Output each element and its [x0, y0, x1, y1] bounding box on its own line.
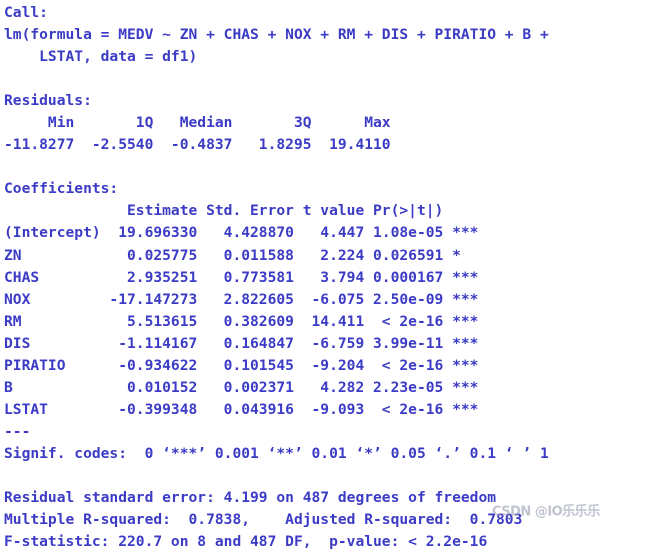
r-console-output-pane: Call: lm(formula = MEDV ~ ZN + CHAS + NOX… — [0, 0, 657, 550]
coefficient-row-zn: ZN 0.025775 0.011588 2.224 0.026591 * — [4, 246, 461, 264]
line-call-formula-2: LSTAT, data = df1) — [4, 48, 198, 66]
line-blank-3 — [4, 465, 657, 487]
coefficient-row-piratio: PIRATIO -0.934622 0.101545 -9.204 < 2e-1… — [4, 356, 479, 374]
line-separator: --- — [4, 422, 31, 440]
line-signif-codes: Signif. codes: 0 ‘***’ 0.001 ‘**’ 0.01 ‘… — [4, 444, 549, 462]
line-blank-2 — [4, 156, 657, 178]
coefficient-row-lstat: LSTAT -0.399348 0.043916 -9.093 < 2e-16 … — [4, 400, 479, 418]
line-residuals-values: -11.8277 -2.5540 -0.4837 1.8295 19.4110 — [4, 136, 391, 154]
line-r-squared: Multiple R-squared: 0.7838, Adjusted R-s… — [4, 511, 523, 529]
summary-text-block: Call: lm(formula = MEDV ~ ZN + CHAS + NOX… — [4, 2, 657, 553]
coefficient-row-intercept: (Intercept) 19.696330 4.428870 4.447 1.0… — [4, 224, 479, 242]
line-residuals-header: Min 1Q Median 3Q Max — [4, 114, 391, 132]
coefficient-row-nox: NOX -17.147273 2.822605 -6.075 2.50e-09 … — [4, 290, 479, 308]
line-call-formula-1: lm(formula = MEDV ~ ZN + CHAS + NOX + RM… — [4, 26, 549, 44]
line-residual-standard-error: Residual standard error: 4.199 on 487 de… — [4, 489, 497, 507]
line-blank-1 — [4, 68, 657, 90]
coefficient-row-rm: RM 5.513615 0.382609 14.411 < 2e-16 *** — [4, 312, 479, 330]
coefficient-row-dis: DIS -1.114167 0.164847 -6.759 3.99e-11 *… — [4, 334, 479, 352]
coefficient-row-b: B 0.010152 0.002371 4.282 2.23e-05 *** — [4, 378, 479, 396]
line-coefficients-header: Estimate Std. Error t value Pr(>|t|) — [4, 202, 444, 220]
line-residuals-label: Residuals: — [4, 92, 92, 110]
line-f-statistic: F-statistic: 220.7 on 8 and 487 DF, p-va… — [4, 533, 488, 551]
coefficient-row-chas: CHAS 2.935251 0.773581 3.794 0.000167 **… — [4, 268, 479, 286]
line-call-label: Call: — [4, 4, 48, 21]
line-coefficients-label: Coefficients: — [4, 180, 119, 198]
